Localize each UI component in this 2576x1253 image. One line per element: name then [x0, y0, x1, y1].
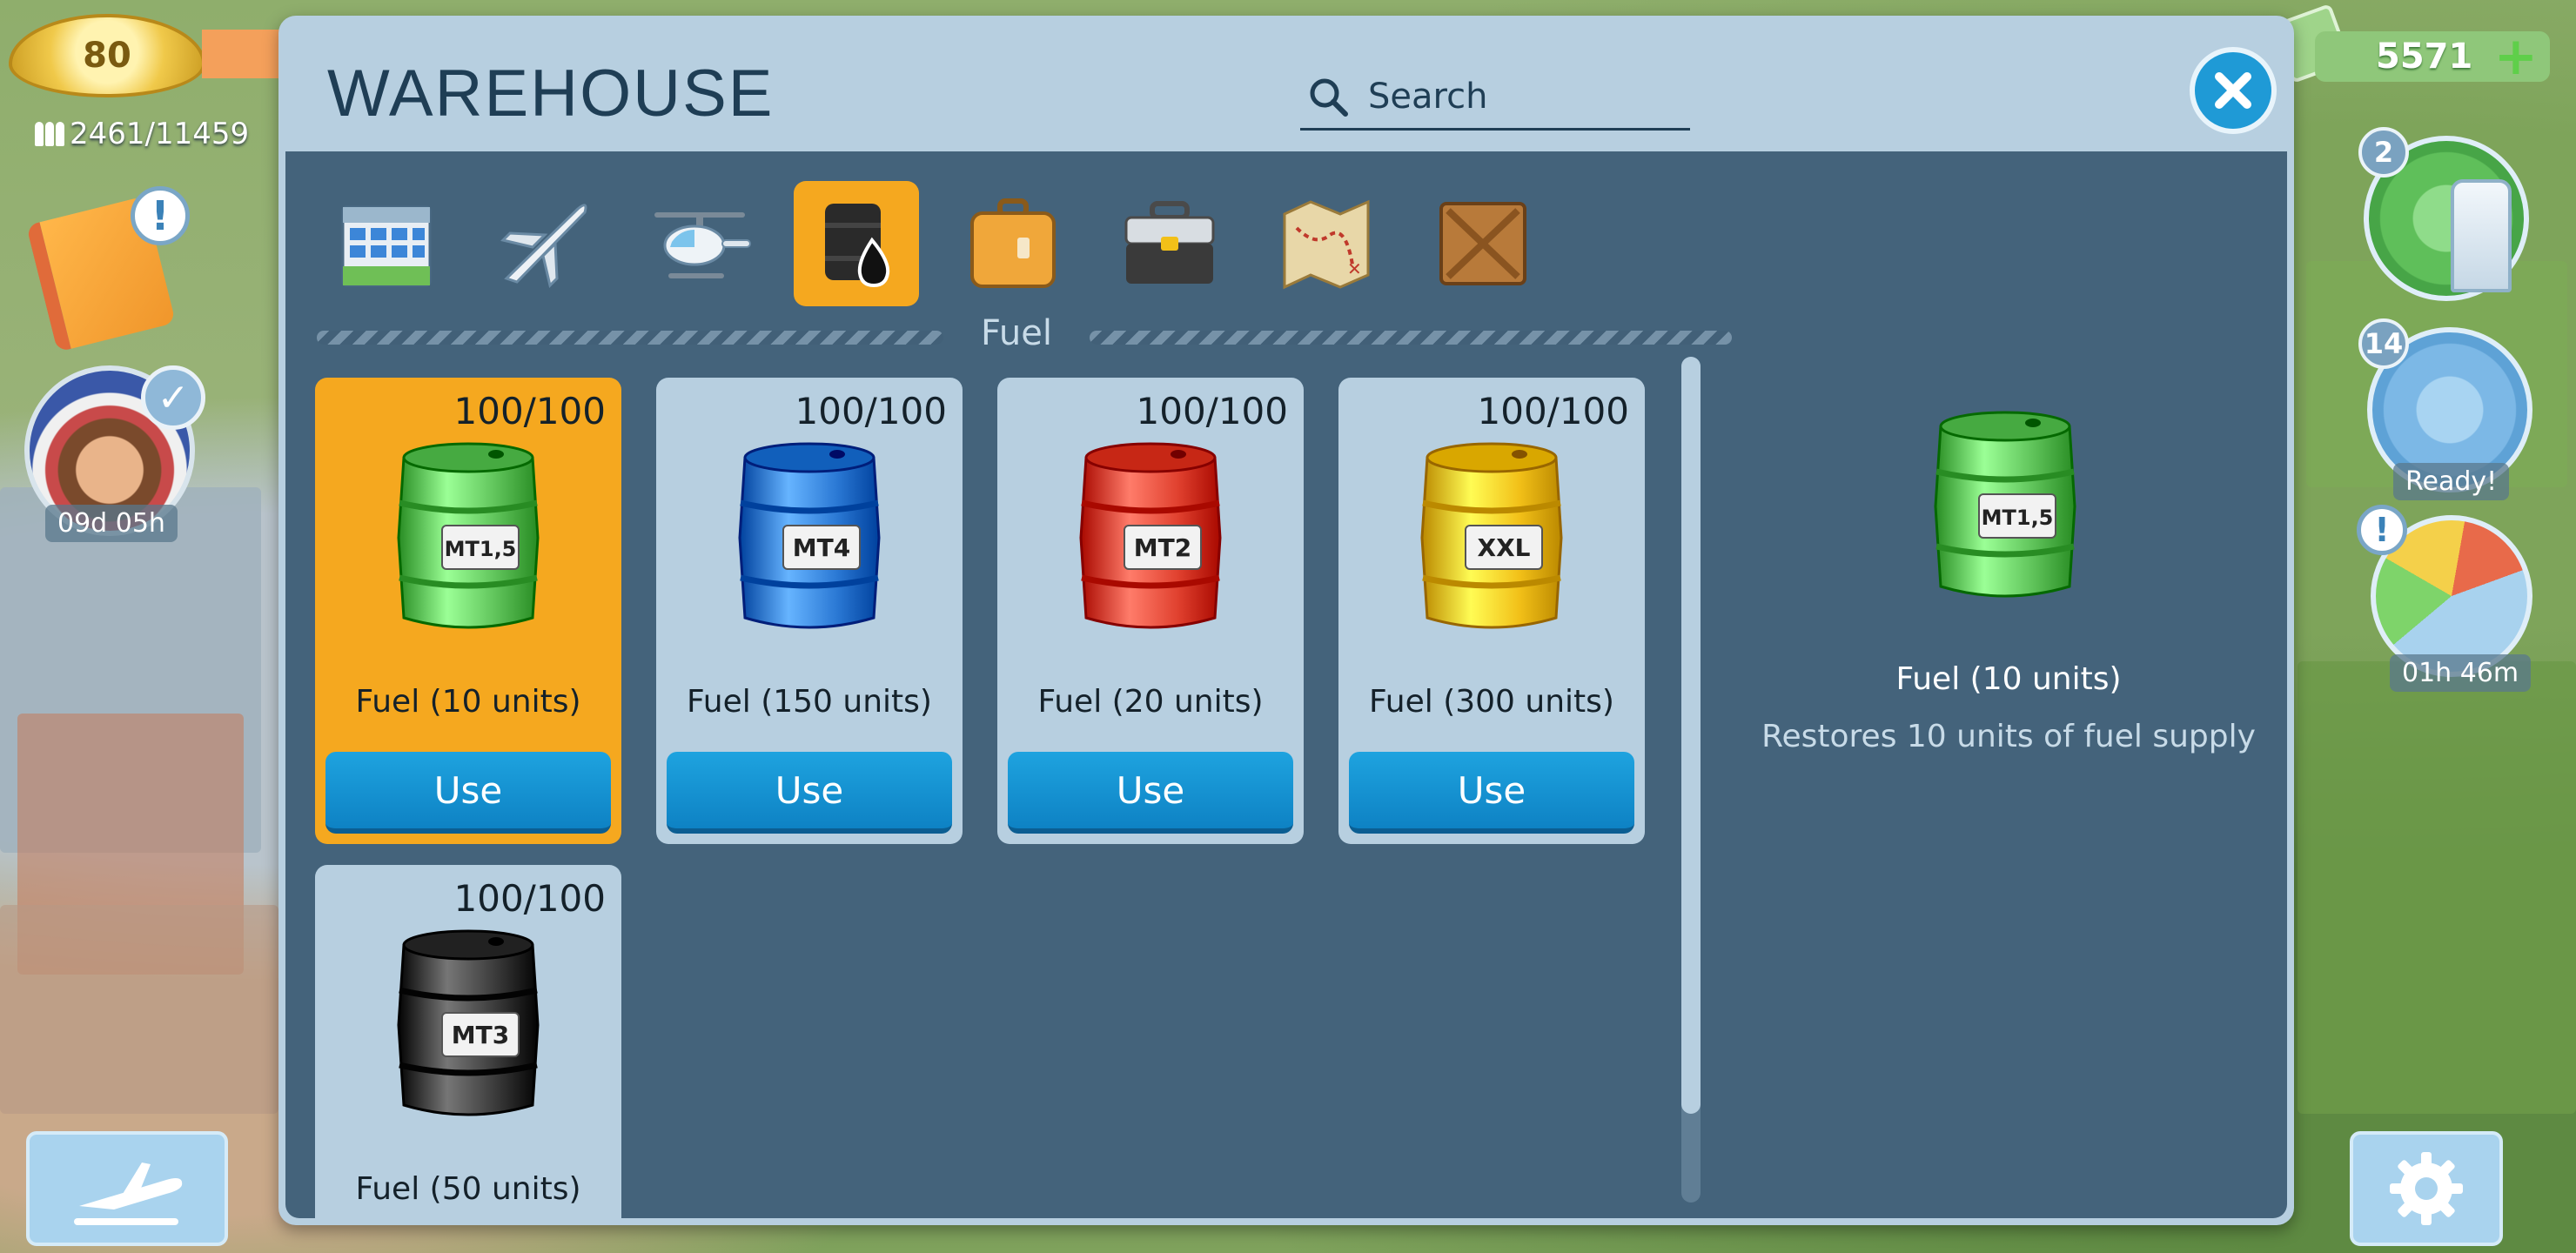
green-fuel-barrel-icon: MT1,5 — [385, 435, 552, 640]
item-quantity: 100/100 — [1136, 390, 1288, 432]
gear-icon — [2390, 1152, 2463, 1225]
exclamation-icon: ! — [2357, 505, 2407, 555]
item-card-fuel-20[interactable]: 100/100 MT2 Fuel (20 units) Use — [997, 378, 1304, 844]
item-quantity: 100/100 — [453, 390, 606, 432]
use-button[interactable]: Use — [325, 752, 611, 834]
red-fuel-barrel-icon: MT2 — [1067, 435, 1234, 640]
selected-item-name: Fuel (10 units) — [1895, 661, 2122, 697]
section-title: Fuel — [981, 313, 1052, 353]
item-card-fuel-50[interactable]: 100/100 MT3 Fuel (50 units) — [315, 865, 621, 1218]
cash-value: 5571 — [2376, 37, 2473, 77]
close-button[interactable] — [2190, 47, 2277, 134]
treasure-map-icon: ✕ — [1283, 199, 1370, 290]
selected-item-description: Restores 10 units of fuel supply — [1761, 719, 2256, 754]
warehouse-content: ✕ Fuel 100/100 MT1,5 Fuel (10 units) Use… — [285, 151, 2287, 1218]
tab-fuel[interactable] — [794, 181, 919, 306]
building-icon — [341, 205, 432, 287]
search-bar[interactable] — [1300, 64, 1690, 131]
tab-helicopters[interactable] — [637, 181, 762, 306]
item-name: Fuel (50 units) — [355, 1171, 581, 1207]
barrel-label: XXL — [1477, 533, 1530, 562]
tab-maps[interactable]: ✕ — [1264, 181, 1389, 306]
tab-buildings[interactable] — [324, 181, 449, 306]
item-card-fuel-150[interactable]: 100/100 MT4 Fuel (150 units) Use — [656, 378, 963, 844]
selected-item-barrel-icon: MT1,5 — [1922, 404, 2089, 609]
people-icon — [35, 122, 64, 146]
player-level: 80 — [83, 36, 131, 76]
search-input[interactable] — [1368, 76, 1681, 117]
suitcase-icon — [970, 198, 1056, 288]
xp-progress-bar — [202, 30, 289, 78]
radar-count-badge: 14 — [2358, 318, 2409, 369]
item-name: Fuel (150 units) — [687, 684, 932, 720]
scrollbar-thumb[interactable] — [1681, 357, 1701, 1114]
radar-count-badge: 2 — [2358, 127, 2409, 178]
close-icon — [2215, 72, 2251, 109]
barrel-label: MT4 — [793, 533, 850, 562]
divider — [1090, 331, 1732, 345]
item-card-fuel-10[interactable]: 100/100 MT1,5 Fuel (10 units) Use — [315, 378, 621, 844]
control-tower-icon — [2451, 179, 2512, 292]
barrel-label: MT2 — [1134, 533, 1191, 562]
population-counter: 2461/11459 — [35, 117, 249, 151]
tab-tools[interactable] — [1107, 181, 1232, 306]
tab-airplanes[interactable] — [480, 181, 606, 306]
tab-luggage[interactable] — [950, 181, 1076, 306]
item-name: Fuel (10 units) — [355, 684, 581, 720]
blue-fuel-barrel-icon: MT4 — [726, 435, 893, 640]
barrel-label: MT1,5 — [1982, 506, 2054, 530]
radar-status-label: Ready! — [2393, 463, 2510, 500]
item-quantity: 100/100 — [795, 390, 947, 432]
item-name: Fuel (20 units) — [1037, 684, 1264, 720]
section-header: Fuel — [317, 313, 1732, 357]
yellow-fuel-barrel-icon: XXL — [1408, 435, 1575, 640]
airplane-icon — [500, 204, 587, 288]
add-cash-icon[interactable]: + — [2494, 30, 2538, 83]
use-button[interactable]: Use — [1008, 752, 1293, 834]
svg-text:✕: ✕ — [1347, 258, 1362, 279]
oil-barrel-icon — [825, 204, 890, 288]
search-icon — [1310, 78, 1348, 117]
black-fuel-barrel-icon: MT3 — [385, 922, 552, 1128]
toolbox-icon — [1124, 201, 1215, 284]
use-button[interactable]: Use — [667, 752, 952, 834]
helicopter-icon — [654, 212, 751, 278]
barrel-label: MT1,5 — [445, 537, 517, 561]
wooden-crate-icon — [1439, 202, 1526, 285]
item-quantity: 100/100 — [453, 877, 606, 920]
gauge-timer: 01h 46m — [2390, 654, 2532, 692]
item-quantity: 100/100 — [1477, 390, 1629, 432]
divider — [317, 331, 943, 345]
tab-crates[interactable] — [1420, 181, 1546, 306]
item-card-fuel-300[interactable]: 100/100 XXL Fuel (300 units) Use — [1338, 378, 1645, 844]
cash-counter[interactable]: 5571 + — [2315, 30, 2550, 83]
landing-plane-button[interactable] — [26, 1131, 228, 1246]
item-name: Fuel (300 units) — [1369, 684, 1614, 720]
checkmark-icon: ✓ — [141, 365, 205, 430]
warehouse-dialog: WAREHOUSE Search ✕ Fuel 100/100 MT1,5 Fu… — [278, 16, 2294, 1225]
use-button[interactable]: Use — [1349, 752, 1634, 834]
event-timer: 09d 05h — [45, 505, 178, 542]
landing-plane-icon — [74, 1163, 183, 1225]
population-value: 2461/11459 — [70, 117, 250, 151]
settings-button[interactable] — [2350, 1131, 2503, 1246]
exclamation-icon: ! — [131, 186, 190, 245]
dialog-title: WAREHOUSE — [327, 57, 775, 131]
barrel-label: MT3 — [452, 1021, 509, 1049]
